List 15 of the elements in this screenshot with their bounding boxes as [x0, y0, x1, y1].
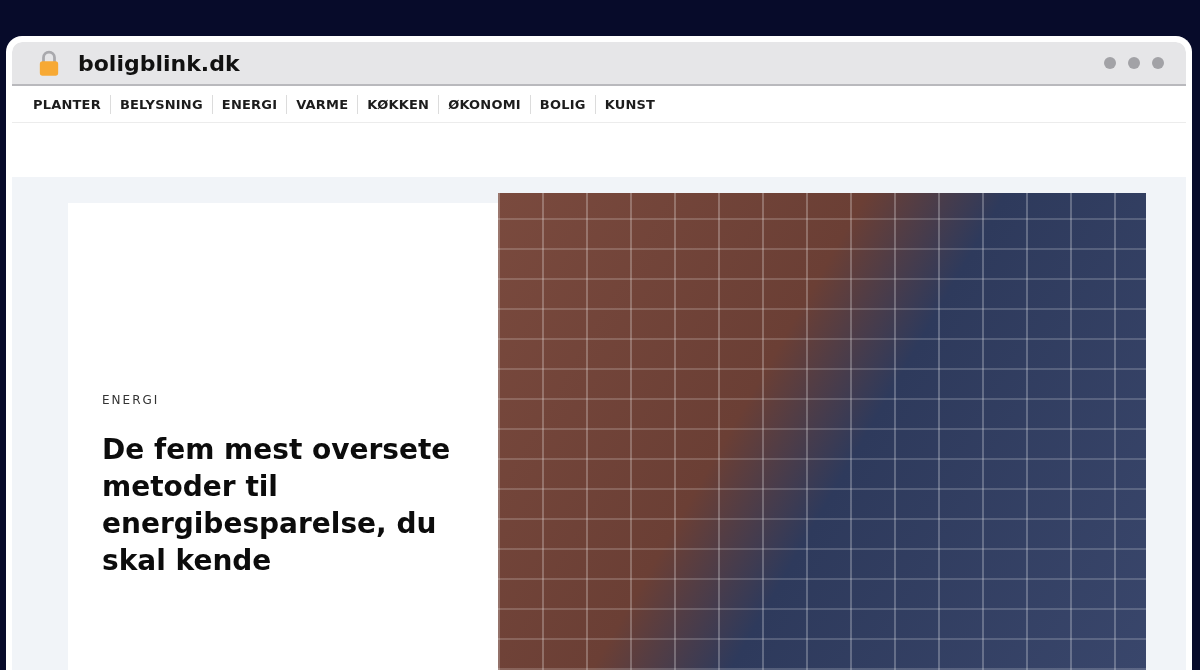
- nav-link[interactable]: VARME: [286, 94, 358, 114]
- nav-link[interactable]: KØKKEN: [357, 94, 439, 114]
- nav-link[interactable]: PLANTER: [24, 94, 110, 114]
- site-address[interactable]: boligblink.dk: [78, 50, 240, 76]
- nav-link[interactable]: BOLIG: [529, 94, 595, 114]
- window-dot-icon[interactable]: [1128, 57, 1140, 69]
- lock-icon: [38, 50, 60, 76]
- article-category[interactable]: ENERGI: [102, 393, 160, 407]
- nav-link[interactable]: BELYSNING: [109, 94, 212, 114]
- window-dot-icon[interactable]: [1152, 57, 1164, 69]
- window-dot-icon[interactable]: [1104, 57, 1116, 69]
- article-title[interactable]: De fem mest oversete metoder til energibesparelse, du skal kende: [102, 431, 478, 579]
- nav-link[interactable]: ENERGI: [211, 94, 287, 114]
- nav-link[interactable]: ØKONOMI: [438, 94, 530, 114]
- nav-link[interactable]: KUNST: [594, 94, 665, 114]
